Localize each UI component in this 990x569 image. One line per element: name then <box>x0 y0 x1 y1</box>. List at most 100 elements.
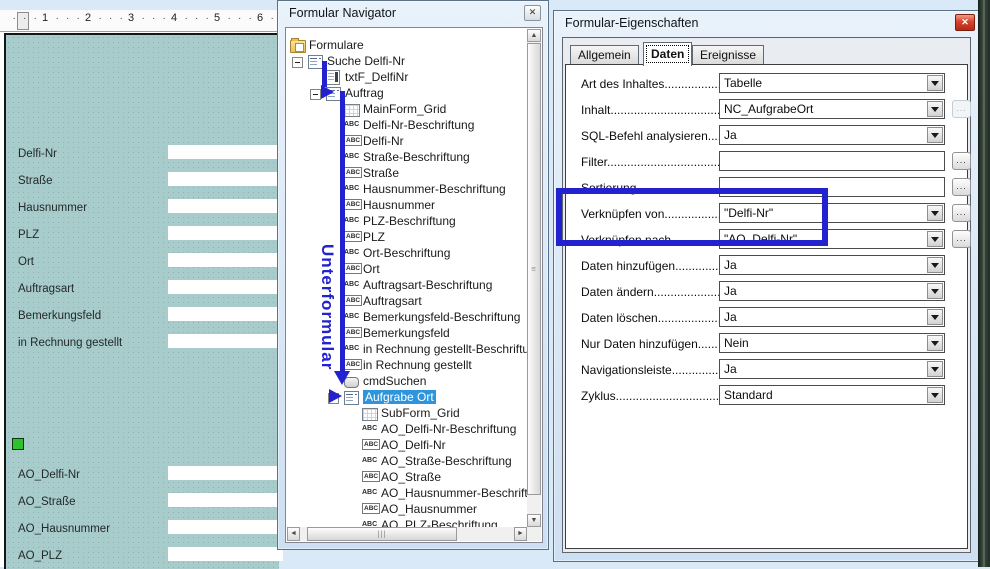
tree-item-label[interactable]: AO_Straße-Beschriftung <box>381 454 512 468</box>
tree-item-label[interactable]: Hausnummer-Beschriftung <box>363 182 506 196</box>
horizontal-scroll-thumb[interactable]: ||| <box>307 527 457 541</box>
dropdown-arrow-button[interactable] <box>927 387 943 403</box>
tree-item-label[interactable]: Straße <box>363 166 399 180</box>
tree-item-label[interactable]: Ort-Beschriftung <box>363 246 450 260</box>
ellipsis-button[interactable]: ... <box>952 230 971 248</box>
dropdown-arrow-button[interactable] <box>927 205 943 221</box>
form-text-input[interactable] <box>168 466 283 480</box>
tree-item-label[interactable]: AO_Delfi-Nr-Beschriftung <box>381 422 516 436</box>
tree-item-label[interactable]: Auftragsart <box>363 294 422 308</box>
tree-item-label[interactable]: Delfi-Nr-Beschriftung <box>363 118 474 132</box>
tree-item[interactable]: Aufgrabe Ort <box>287 389 527 405</box>
tree-item-label[interactable]: Bemerkungsfeld-Beschriftung <box>363 310 520 324</box>
tab-allgemein[interactable]: Allgemein <box>570 45 639 65</box>
tree-item[interactable]: ABCPLZ <box>287 229 527 245</box>
tree-expander-icon[interactable] <box>292 57 303 68</box>
form-text-input[interactable] <box>168 520 283 534</box>
form-text-input[interactable] <box>168 145 283 159</box>
tree-item[interactable]: ABCAO_Delfi-Nr <box>287 437 527 453</box>
dropdown-arrow-button[interactable] <box>927 335 943 351</box>
horizontal-scrollbar[interactable]: ◄ ||| ► <box>287 527 527 541</box>
form-text-input[interactable] <box>168 307 283 321</box>
property-value-box[interactable]: Ja <box>719 307 945 327</box>
scroll-up-button[interactable]: ▲ <box>527 29 541 42</box>
dropdown-arrow-button[interactable] <box>927 283 943 299</box>
tree-item-label[interactable]: PLZ <box>363 230 385 244</box>
tree-item-label[interactable]: Auftrag <box>345 86 384 100</box>
tree-item[interactable]: ABCStraße-Beschriftung <box>287 149 527 165</box>
tree-item[interactable]: cmdSuchen <box>287 373 527 389</box>
property-value-box[interactable]: Ja <box>719 125 945 145</box>
tree-item[interactable]: ABCPLZ-Beschriftung <box>287 213 527 229</box>
tree-item-label[interactable]: txtF_DelfiNr <box>345 70 408 84</box>
tree-item[interactable]: ABCAO_Hausnummer-Beschriftung <box>287 485 527 501</box>
property-value-box[interactable]: NC_AufgrabeOrt <box>719 99 945 119</box>
dropdown-arrow-button[interactable] <box>927 127 943 143</box>
navigator-close-button[interactable]: ✕ <box>524 5 541 21</box>
tree-item[interactable]: Formulare <box>287 37 527 53</box>
tree-item-label[interactable]: MainForm_Grid <box>363 102 446 116</box>
form-text-input[interactable] <box>168 493 283 507</box>
tree-item[interactable]: ABCAO_Hausnummer <box>287 501 527 517</box>
tree-item-label[interactable]: AO_Delfi-Nr <box>381 438 446 452</box>
tree-item-label[interactable]: AO_Hausnummer-Beschriftung <box>381 486 527 500</box>
ellipsis-button[interactable]: ... <box>952 204 971 222</box>
dropdown-arrow-button[interactable] <box>927 309 943 325</box>
properties-close-button[interactable]: ✕ <box>955 14 975 31</box>
tree-item[interactable]: SubForm_Grid <box>287 405 527 421</box>
vertical-scroll-thumb[interactable]: ≡ <box>527 43 541 495</box>
selection-handle[interactable] <box>12 438 24 450</box>
scroll-down-button[interactable]: ▼ <box>527 514 541 527</box>
vertical-scrollbar[interactable]: ▲ ≡ ▼ <box>527 29 541 527</box>
tree-item[interactable]: ABCAO_Straße <box>287 469 527 485</box>
dropdown-arrow-button[interactable] <box>927 257 943 273</box>
ellipsis-button[interactable]: ... <box>952 178 971 196</box>
tree-item-label[interactable]: in Rechnung gestellt <box>363 358 472 372</box>
form-text-input[interactable] <box>168 172 283 186</box>
tree-expander-icon[interactable] <box>310 89 321 100</box>
dropdown-arrow-button[interactable] <box>927 231 943 247</box>
tree-item-label[interactable]: in Rechnung gestellt-Beschriftung <box>363 342 527 356</box>
ellipsis-button[interactable]: ... <box>952 152 971 170</box>
property-value-box[interactable]: Tabelle <box>719 73 945 93</box>
tree-item-label[interactable]: Hausnummer <box>363 198 435 212</box>
form-text-input[interactable] <box>168 253 283 267</box>
tree-item-label[interactable]: Ort <box>363 262 380 276</box>
property-value-box[interactable]: Nein <box>719 333 945 353</box>
scroll-right-button[interactable]: ► <box>514 527 527 541</box>
tree-item-label[interactable]: Delfi-Nr <box>363 134 404 148</box>
form-text-input[interactable] <box>168 226 283 240</box>
tree-item-label[interactable]: cmdSuchen <box>363 374 426 388</box>
tree-item-label[interactable]: Auftragsart-Beschriftung <box>363 278 492 292</box>
dropdown-arrow-button[interactable] <box>927 75 943 91</box>
scroll-left-button[interactable]: ◄ <box>287 527 300 541</box>
tree-item[interactable]: ABCStraße <box>287 165 527 181</box>
tree-item[interactable]: ABCAO_Delfi-Nr-Beschriftung <box>287 421 527 437</box>
tree-item-label[interactable]: Suche Delfi-Nr <box>327 54 405 68</box>
dropdown-arrow-button[interactable] <box>927 101 943 117</box>
tree-item-label[interactable]: SubForm_Grid <box>381 406 460 420</box>
form-text-input[interactable] <box>168 199 283 213</box>
tree-item[interactable]: ABCDelfi-Nr <box>287 133 527 149</box>
tree-item-label[interactable]: AO_PLZ-Beschriftung <box>381 518 498 527</box>
tree-item-label[interactable]: AO_Straße <box>381 470 441 484</box>
tree-item[interactable]: ABCAO_PLZ-Beschriftung <box>287 517 527 527</box>
property-value-box[interactable] <box>719 151 945 171</box>
tree-item-label[interactable]: Straße-Beschriftung <box>363 150 470 164</box>
tab-ereignisse[interactable]: Ereignisse <box>692 45 764 65</box>
tree-item-label[interactable]: Bemerkungsfeld <box>363 326 450 340</box>
tree-item[interactable]: ABCHausnummer <box>287 197 527 213</box>
tree-item[interactable]: ABCDelfi-Nr-Beschriftung <box>287 117 527 133</box>
tree-item-label[interactable]: AO_Hausnummer <box>381 502 477 516</box>
dropdown-arrow-button[interactable] <box>927 361 943 377</box>
tree-item-label[interactable]: Formulare <box>309 38 364 52</box>
tree-item-label[interactable]: PLZ-Beschriftung <box>363 214 456 228</box>
tree-item[interactable]: MainForm_Grid <box>287 101 527 117</box>
tab-daten[interactable]: Daten <box>643 42 692 66</box>
tree-item[interactable]: ABCAO_Straße-Beschriftung <box>287 453 527 469</box>
form-text-input[interactable] <box>168 280 283 294</box>
property-value-box[interactable]: Standard <box>719 385 945 405</box>
tree-item-label[interactable]: Aufgrabe Ort <box>363 390 436 404</box>
tree-item[interactable]: ABCHausnummer-Beschriftung <box>287 181 527 197</box>
property-value-box[interactable]: Ja <box>719 359 945 379</box>
